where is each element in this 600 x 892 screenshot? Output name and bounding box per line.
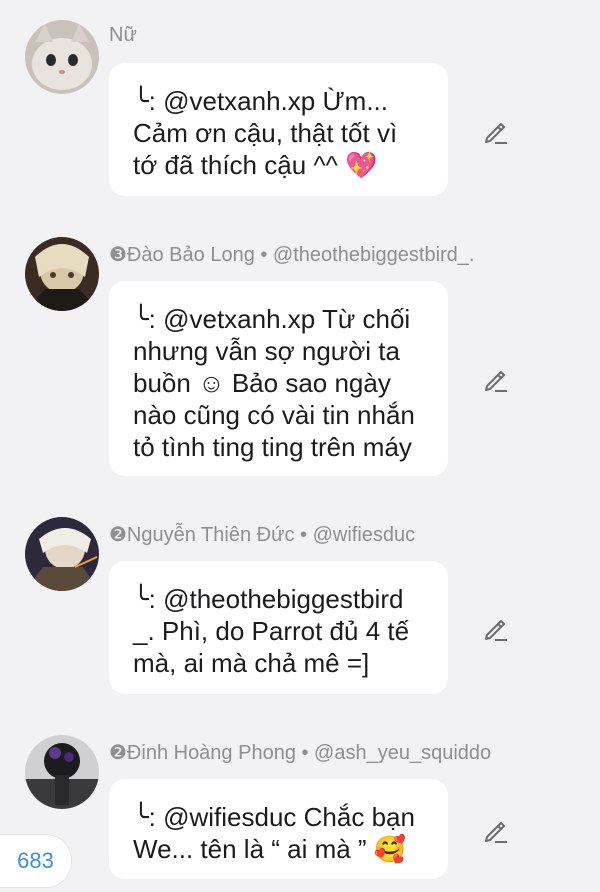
avatar[interactable] bbox=[25, 237, 99, 311]
message-author: Nữ bbox=[109, 24, 137, 46]
message-line: mà, ai mà chả mê =] bbox=[133, 648, 370, 678]
edit-pencil-icon[interactable] bbox=[482, 365, 510, 393]
message-line: Cảm ơn cậu, thật tốt vì bbox=[133, 118, 398, 148]
message-author: ❷Nguyễn Thiên Đức • @wifiesduc bbox=[109, 524, 416, 546]
avatar[interactable] bbox=[25, 735, 99, 809]
edit-pencil-icon[interactable] bbox=[482, 816, 510, 844]
message-bubble[interactable]: ╰: @theothebiggestbird _. Phì, do Parrot… bbox=[109, 561, 448, 694]
message-line: _. Phì, do Parrot đủ 4 tế bbox=[133, 616, 410, 646]
anime-avatar-icon bbox=[25, 517, 99, 591]
message-bubble[interactable]: ╰: @wifiesduc Chắc bạn We... tên là “ ai… bbox=[109, 779, 448, 879]
message-line: ╰: @theothebiggestbird bbox=[133, 584, 404, 614]
message-line: ╰: @wifiesduc Chắc bạn bbox=[133, 802, 415, 832]
message-line: buồn ☺ Bảo sao ngày bbox=[133, 368, 391, 398]
dark-avatar-icon bbox=[25, 735, 99, 809]
message-author: ❸Đào Bảo Long • @theothebiggestbird_. bbox=[109, 244, 475, 266]
anime-avatar-icon bbox=[25, 237, 99, 311]
avatar[interactable] bbox=[25, 20, 99, 94]
message-line: tớ đã thích cậu ^^ 💖 bbox=[133, 150, 378, 180]
message-line: We... tên là “ ai mà ” 🥰 bbox=[133, 834, 407, 864]
unread-counter-badge[interactable]: 683 bbox=[0, 834, 72, 888]
message-line: tỏ tình ting ting trên máy bbox=[133, 432, 412, 462]
edit-pencil-icon[interactable] bbox=[482, 117, 510, 145]
message-line: ╰: @vetxanh.xp Từ chối bbox=[133, 304, 411, 334]
avatar[interactable] bbox=[25, 517, 99, 591]
message-line: nào cũng có vài tin nhắn bbox=[133, 400, 415, 430]
message-author: ❷Đinh Hoàng Phong • @ash_yeu_squiddo bbox=[109, 742, 492, 764]
message-line: nhưng vẫn sợ người ta bbox=[133, 336, 400, 366]
message-bubble[interactable]: ╰: @vetxanh.xp Ừm... Cảm ơn cậu, thật tố… bbox=[109, 63, 448, 196]
edit-pencil-icon[interactable] bbox=[482, 614, 510, 642]
message-bubble[interactable]: ╰: @vetxanh.xp Từ chối nhưng vẫn sợ ngườ… bbox=[109, 281, 448, 476]
message-line: ╰: @vetxanh.xp Ừm... bbox=[133, 86, 388, 116]
cat-avatar-icon bbox=[25, 20, 99, 94]
